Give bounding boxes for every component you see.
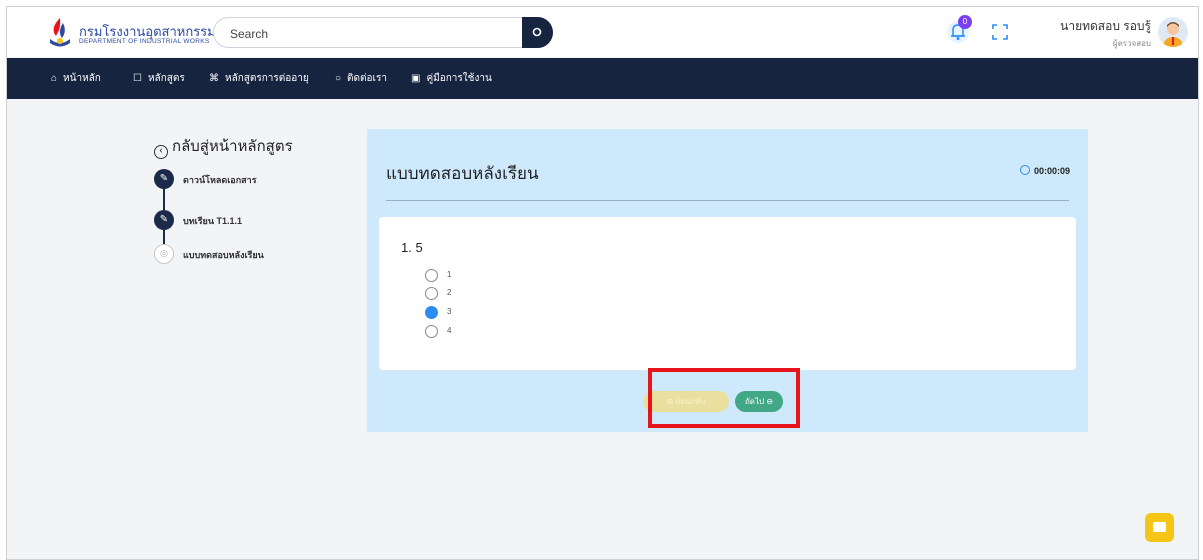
circle-icon: ◎ [154, 244, 174, 264]
step-lesson[interactable]: ✎ บทเรียน T1.1.1 [154, 210, 354, 232]
nav-item-label: หน้าหลัก [63, 73, 101, 84]
message-icon [1153, 522, 1166, 532]
step-label: แบบทดสอบหลังเรียน [183, 250, 264, 260]
header-actions: 0 นายทดสอบ รอบรู้ ผู้ตรวจสอบ [928, 7, 1198, 57]
top-header: กรมโรงงานอุตสาหกรรม DEPARTMENT OF INDUST… [7, 7, 1198, 57]
option-label: 3 [447, 307, 452, 316]
chat-button[interactable] [1145, 513, 1174, 542]
back-label: กลับสู่หน้าหลักสูตร [172, 138, 293, 155]
back-to-course-link[interactable]: ‹ กลับสู่หน้าหลักสูตร [154, 134, 293, 159]
nav-item-manual[interactable]: ▣ คู่มือการใช้งาน [411, 58, 492, 99]
question-text: 1. 5 [401, 240, 423, 255]
command-icon: ⌘ [209, 73, 219, 84]
nav-item-label: หลักสูตรการต่ออายุ [225, 73, 309, 84]
app-window: กรมโรงงานอุตสาหกรรม DEPARTMENT OF INDUST… [6, 6, 1199, 560]
user-name: นายทดสอบ รอบรู้ [1060, 19, 1151, 33]
radio-button[interactable] [425, 287, 438, 300]
search-input[interactable] [228, 24, 512, 44]
dept-emblem-icon [50, 18, 70, 47]
timer-value: 00:00:09 [1033, 166, 1070, 176]
option-label: 4 [447, 326, 452, 335]
quiz-title: แบบทดสอบหลังเรียน [386, 164, 539, 183]
search-icon [532, 27, 542, 37]
lesson-steps: ✎ ดาวน์โหลดเอกสาร ✎ บทเรียน T1.1.1 ◎ แบบ… [154, 164, 354, 274]
dept-name-en: DEPARTMENT OF INDUSTRIAL WORKS [79, 38, 210, 45]
pencil-icon: ✎ [154, 210, 174, 230]
search-box [213, 17, 553, 48]
option-label: 2 [447, 288, 452, 297]
nav-item-label: คู่มือการใช้งาน [426, 73, 492, 84]
clock-icon [1019, 165, 1030, 175]
fullscreen-icon[interactable] [992, 24, 1008, 40]
home-icon: ⌂ [51, 73, 58, 84]
notification-button[interactable]: 0 [946, 15, 972, 45]
radio-button-selected[interactable] [425, 306, 438, 319]
nav-item-label: หลักสูตร [147, 73, 185, 84]
nav-item-label: ติดต่อเรา [347, 73, 387, 84]
highlight-box [648, 368, 800, 428]
book-icon: ☐ [133, 73, 142, 84]
search-button[interactable] [522, 17, 553, 48]
divider [386, 200, 1069, 201]
quiz-timer: 00:00:09 [1019, 165, 1070, 176]
step-post-test[interactable]: ◎ แบบทดสอบหลังเรียน [154, 244, 354, 266]
nav-item-courses[interactable]: ☐ หลักสูตร [133, 58, 185, 99]
step-label: บทเรียน T1.1.1 [183, 216, 242, 226]
nav-item-home[interactable]: ⌂ หน้าหลัก [51, 58, 101, 99]
nav-item-contact[interactable]: ○ ติดต่อเรา [335, 58, 387, 99]
radio-button[interactable] [425, 325, 438, 338]
step-label: ดาวน์โหลดเอกสาร [183, 175, 257, 185]
question-card: 1. 5 1 2 3 4 [379, 217, 1076, 370]
notification-badge: 0 [958, 15, 972, 29]
user-info[interactable]: นายทดสอบ รอบรู้ ผู้ตรวจสอบ [1026, 17, 1151, 50]
chevron-left-icon: ‹ [154, 145, 168, 159]
chat-icon: ○ [335, 73, 342, 84]
avatar[interactable] [1158, 17, 1188, 47]
step-download-docs[interactable]: ✎ ดาวน์โหลดเอกสาร [154, 169, 354, 191]
pencil-icon: ✎ [154, 169, 174, 189]
dept-logo[interactable]: กรมโรงงานอุตสาหกรรม DEPARTMENT OF INDUST… [47, 17, 227, 51]
option-label: 1 [447, 270, 452, 279]
user-avatar-icon [1163, 22, 1183, 47]
manual-icon: ▣ [411, 73, 421, 84]
nav-item-renewal-courses[interactable]: ⌘ หลักสูตรการต่ออายุ [209, 58, 309, 99]
user-role: ผู้ตรวจสอบ [1112, 39, 1151, 48]
main-navbar: ⌂ หน้าหลัก ☐ หลักสูตร ⌘ หลักสูตรการต่ออายุ … [7, 58, 1198, 99]
radio-button[interactable] [425, 269, 438, 282]
